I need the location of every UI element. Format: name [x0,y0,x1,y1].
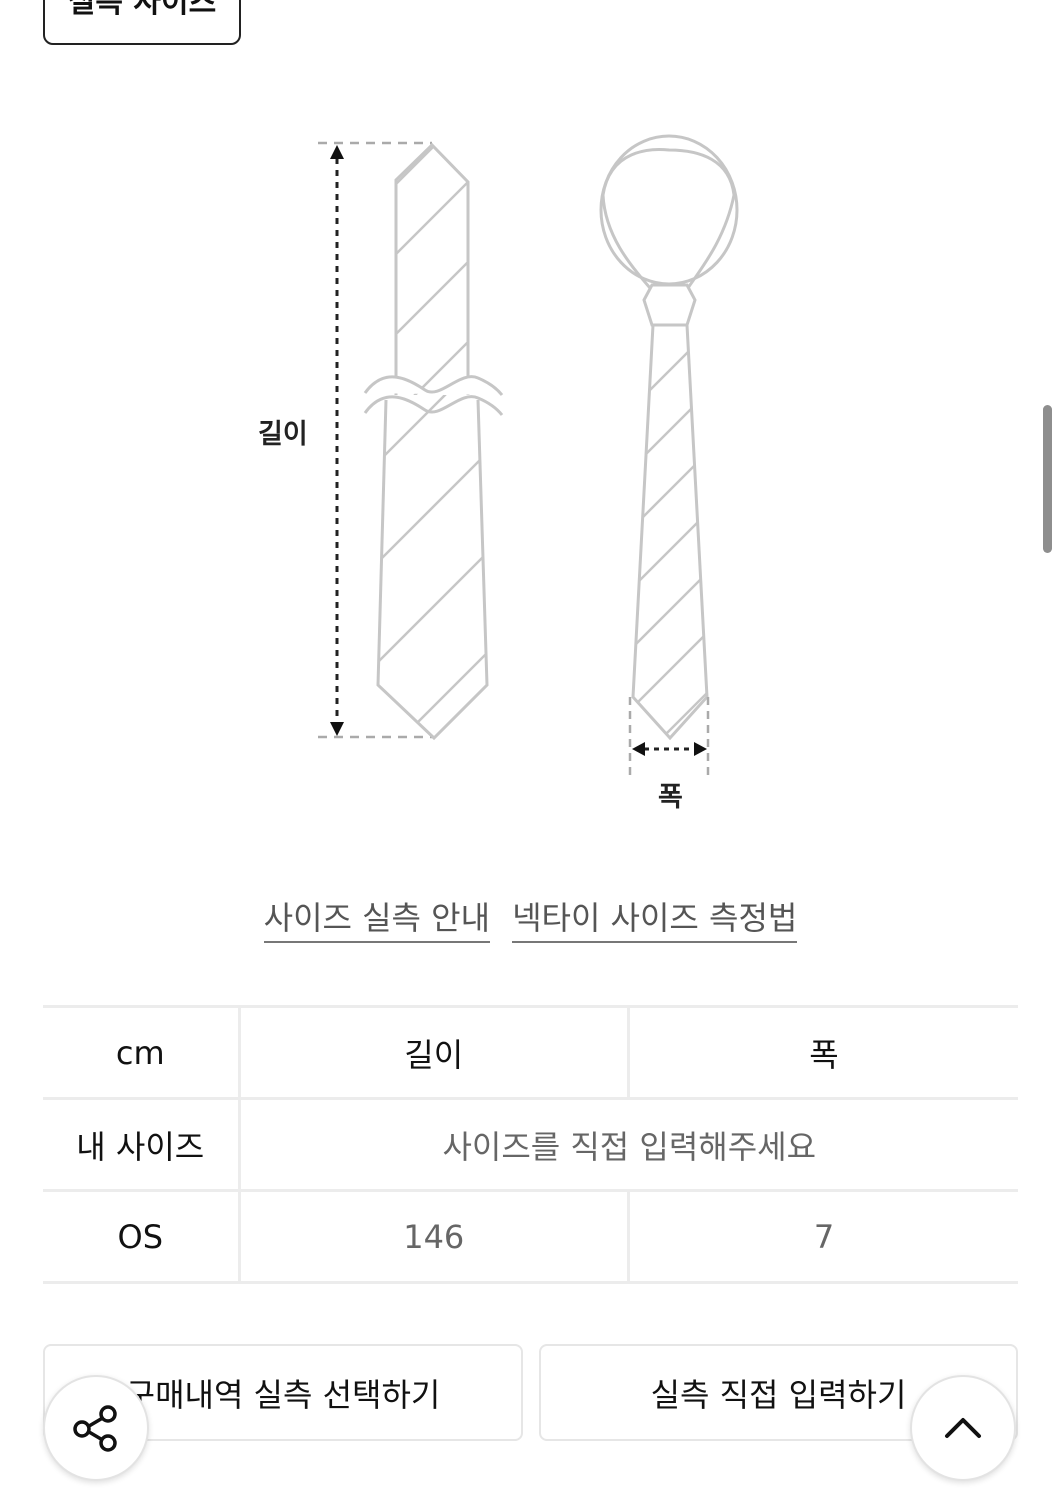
size-guide-link[interactable]: 사이즈 실측 안내 [263,893,491,943]
width-header: 폭 [628,1005,1018,1100]
scroll-to-top-button[interactable] [910,1375,1016,1481]
length-value: 146 [239,1189,630,1284]
my-size-label: 내 사이즈 [43,1097,241,1192]
chevron-up-icon [945,1418,981,1438]
width-label: 폭 [658,782,683,813]
length-guide [318,141,432,739]
my-size-input-prompt[interactable]: 사이즈를 직접 입력해주세요 [239,1097,1018,1192]
share-button[interactable] [43,1375,149,1481]
tie-knot-view [599,134,739,741]
tie-measure-method-link[interactable]: 넥타이 사이즈 측정법 [512,893,798,943]
page: 실측 사이즈 길이 폭 사이즈 실측 안내 넥타이 사이즈 측정법 cm 길이 … [0,0,1061,1500]
unit-header: cm [43,1005,241,1100]
size-guide-links: 사이즈 실측 안내 넥타이 사이즈 측정법 [0,893,1061,943]
tie-measurement-diagram [318,134,739,775]
table-row: OS 146 7 [43,1189,1018,1284]
tie-front-view [363,142,504,741]
size-table: cm 길이 폭 내 사이즈 사이즈를 직접 입력해주세요 OS 146 7 [43,1005,1018,1284]
length-header: 길이 [239,1005,630,1100]
table-header-row: cm 길이 폭 [43,1005,1018,1100]
width-value: 7 [628,1189,1018,1284]
length-label: 길이 [258,419,308,450]
scrollbar[interactable] [1043,405,1052,553]
my-size-row[interactable]: 내 사이즈 사이즈를 직접 입력해주세요 [43,1097,1018,1192]
size-name: OS [43,1189,241,1284]
share-icon [73,1405,117,1452]
